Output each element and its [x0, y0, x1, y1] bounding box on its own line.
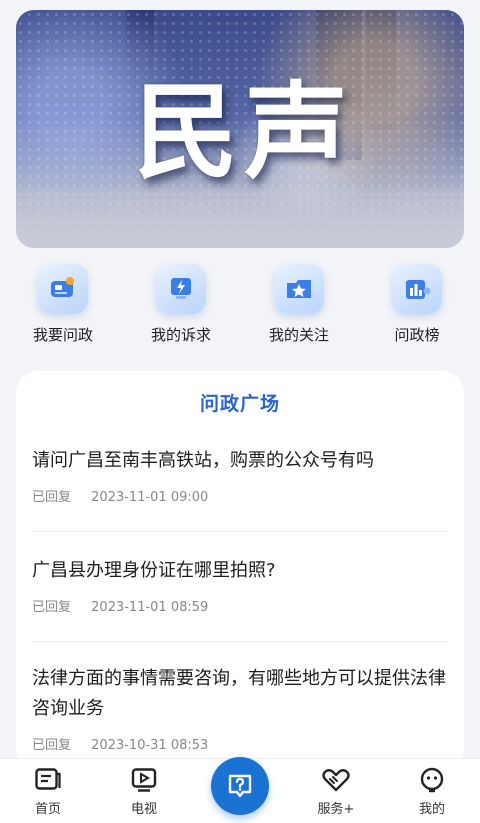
quick-menu: 我要问政 我的诉求 我的关注 问政榜 — [0, 264, 480, 354]
tab-label: 电视 — [130, 802, 157, 817]
hero-banner[interactable]: 民声 — [16, 10, 464, 248]
bottom-tab-bar: 首页 电视 服务+ 我的 — [0, 757, 480, 823]
home-icon — [35, 768, 61, 790]
quick-item-ask[interactable]: 我要问政 — [8, 264, 118, 354]
ask-question-button[interactable] — [211, 757, 269, 815]
list-item[interactable]: 法律方面的事情需要咨询，有哪些地方可以提供法律咨询业务 已回复 2023-10-… — [16, 664, 464, 753]
post-title: 法律方面的事情需要咨询，有哪些地方可以提供法律咨询业务 — [32, 668, 446, 719]
star-folder-icon — [274, 264, 324, 314]
post-time: 2023-10-31 08:53 — [91, 738, 209, 753]
lightning-monitor-icon — [156, 264, 206, 314]
tab-label: 服务+ — [317, 802, 355, 817]
quick-label: 我的关注 — [268, 326, 329, 344]
tab-services[interactable]: 服务+ — [291, 767, 381, 823]
post-meta: 已回复 2023-10-31 08:53 — [32, 734, 448, 753]
post-time: 2023-11-01 09:00 — [91, 490, 209, 505]
tab-label: 我的 — [418, 802, 445, 817]
divider — [32, 641, 448, 642]
quick-label: 问政榜 — [394, 326, 440, 344]
bar-chart-trophy-icon — [392, 264, 442, 314]
status-badge: 已回复 — [32, 738, 72, 753]
tab-home[interactable]: 首页 — [3, 767, 93, 823]
list-item[interactable]: 请问广昌至南丰高铁站，购票的公众号有吗 已回复 2023-11-01 09:00 — [16, 446, 464, 505]
quick-item-follow[interactable]: 我的关注 — [244, 264, 354, 354]
plaza-floor — [16, 188, 464, 248]
quick-label: 我的诉求 — [150, 326, 211, 344]
tab-ask-center[interactable] — [195, 757, 285, 823]
post-title: 请问广昌至南丰高铁站，购票的公众号有吗 — [32, 450, 374, 471]
quick-label: 我要问政 — [32, 326, 93, 344]
banner-title: 民声 — [134, 70, 355, 193]
post-title: 广昌县办理身份证在哪里拍照? — [32, 560, 276, 581]
post-meta: 已回复 2023-11-01 09:00 — [32, 486, 448, 505]
list-item[interactable]: 广昌县办理身份证在哪里拍照? 已回复 2023-11-01 08:59 — [16, 556, 464, 615]
inquiry-plaza-card: 问政广场 请问广昌至南丰高铁站，购票的公众号有吗 已回复 2023-11-01 … — [16, 371, 464, 771]
quick-item-ranking[interactable]: 问政榜 — [362, 264, 472, 354]
status-badge: 已回复 — [32, 490, 72, 505]
profile-face-icon — [420, 767, 444, 793]
post-meta: 已回复 2023-11-01 08:59 — [32, 596, 448, 615]
question-bubble-icon — [228, 774, 252, 798]
tab-mine[interactable]: 我的 — [387, 767, 477, 823]
status-badge: 已回复 — [32, 600, 72, 615]
quick-item-requests[interactable]: 我的诉求 — [126, 264, 236, 354]
divider — [32, 531, 448, 532]
camera-ask-icon — [38, 264, 88, 314]
tv-icon — [131, 768, 157, 792]
handshake-heart-icon — [322, 769, 350, 792]
post-time: 2023-11-01 08:59 — [91, 600, 209, 615]
section-title: 问政广场 — [199, 393, 280, 415]
tab-tv[interactable]: 电视 — [99, 767, 189, 823]
tab-label: 首页 — [34, 802, 61, 817]
